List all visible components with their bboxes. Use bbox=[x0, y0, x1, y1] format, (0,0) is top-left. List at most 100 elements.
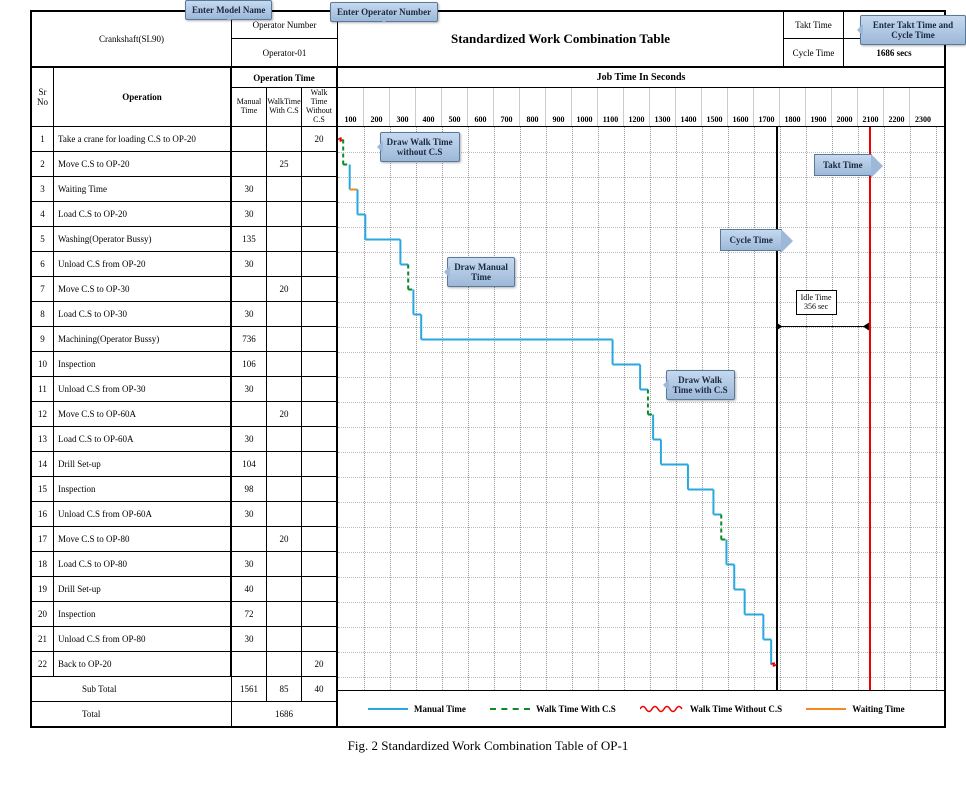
figure-caption: Fig. 2 Standardized Work Combination Tab… bbox=[30, 738, 946, 754]
header: Crankshaft(SL90) Operator Number Operato… bbox=[32, 12, 944, 66]
x-tick: 1300 bbox=[650, 88, 676, 126]
table-header: Sr No Operation Operation Time Manual Ti… bbox=[32, 66, 944, 126]
total-label: Total bbox=[32, 702, 232, 726]
walkcs-cell bbox=[267, 302, 302, 326]
walkno-cell bbox=[302, 277, 338, 301]
sr-cell: 15 bbox=[32, 477, 54, 501]
x-tick: 1700 bbox=[754, 88, 780, 126]
walkno-cell bbox=[302, 252, 338, 276]
sr-cell: 19 bbox=[32, 577, 54, 601]
callout: Draw Walk Time without C.S bbox=[380, 132, 460, 162]
manual-cell: 30 bbox=[232, 252, 267, 276]
table-row: 13Load C.S to OP-60A30 bbox=[32, 426, 338, 451]
callout: Draw Manual Time bbox=[447, 257, 515, 287]
table-row: 3Waiting Time30 bbox=[32, 176, 338, 201]
idle-box: Idle Time 356 sec bbox=[796, 290, 837, 315]
walkno-cell bbox=[302, 477, 338, 501]
manual-cell: 40 bbox=[232, 577, 267, 601]
x-tick: 2100 bbox=[858, 88, 884, 126]
walkcs-cell bbox=[267, 652, 302, 676]
manual-cell: 30 bbox=[232, 427, 267, 451]
table-row: 17Move C.S to OP-8020 bbox=[32, 526, 338, 551]
sr-cell: 16 bbox=[32, 502, 54, 526]
walkcs-cell bbox=[267, 552, 302, 576]
walkno-cell bbox=[302, 627, 338, 651]
walkcs-cell bbox=[267, 352, 302, 376]
legend-manual: Manual Time bbox=[368, 704, 466, 714]
table-row: 8Load C.S to OP-3030 bbox=[32, 301, 338, 326]
sr-cell: 17 bbox=[32, 527, 54, 551]
x-tick: 1100 bbox=[598, 88, 624, 126]
table-row: 4Load C.S to OP-2030 bbox=[32, 201, 338, 226]
manual-cell: 135 bbox=[232, 227, 267, 251]
chart-area: Manual Time Walk Time With C.S Walk Time… bbox=[338, 126, 944, 726]
op-cell: Inspection bbox=[54, 477, 232, 501]
x-tick: 600 bbox=[468, 88, 494, 126]
table-row: 7Move C.S to OP-3020 bbox=[32, 276, 338, 301]
table-row: 12Move C.S to OP-60A20 bbox=[32, 401, 338, 426]
callout: Draw Walk Time with C.S bbox=[666, 370, 735, 400]
walkno-cell bbox=[302, 177, 338, 201]
table-row: 11Unload C.S from OP-3030 bbox=[32, 376, 338, 401]
legend-walkcs: Walk Time With C.S bbox=[490, 704, 616, 714]
sr-cell: 2 bbox=[32, 152, 54, 176]
takt-line bbox=[869, 127, 871, 690]
op-cell: Drill Set-up bbox=[54, 577, 232, 601]
x-tick: 2200 bbox=[884, 88, 910, 126]
sr-cell: 3 bbox=[32, 177, 54, 201]
table-row: 10Inspection106 bbox=[32, 351, 338, 376]
manual-cell bbox=[232, 652, 267, 676]
model-cell: Crankshaft(SL90) bbox=[32, 12, 232, 66]
walkno-cell bbox=[302, 402, 338, 426]
col-manual: Manual Time bbox=[232, 88, 267, 126]
table-row: 15Inspection98 bbox=[32, 476, 338, 501]
manual-cell bbox=[232, 402, 267, 426]
sr-cell: 21 bbox=[32, 627, 54, 651]
table-row: 1Take a crane for loading C.S to OP-2020 bbox=[32, 126, 338, 151]
manual-cell: 30 bbox=[232, 177, 267, 201]
walkcs-cell bbox=[267, 427, 302, 451]
col-walkcs: WalkTime With C.S bbox=[267, 88, 302, 126]
x-tick: 200 bbox=[364, 88, 390, 126]
subtotal-walkcs: 85 bbox=[267, 677, 302, 701]
x-tick: 1900 bbox=[806, 88, 832, 126]
walkcs-cell: 20 bbox=[267, 402, 302, 426]
op-cell: Load C.S to OP-20 bbox=[54, 202, 232, 226]
walkno-cell: 20 bbox=[302, 127, 338, 151]
x-tick: 500 bbox=[442, 88, 468, 126]
walkno-cell bbox=[302, 602, 338, 626]
pointer-arrow: Takt Time bbox=[814, 154, 872, 176]
op-cell: Move C.S to OP-30 bbox=[54, 277, 232, 301]
walkno-cell bbox=[302, 152, 338, 176]
op-cell: Load C.S to OP-60A bbox=[54, 427, 232, 451]
op-cell: Load C.S to OP-80 bbox=[54, 552, 232, 576]
op-cell: Take a crane for loading C.S to OP-20 bbox=[54, 127, 232, 151]
walkno-cell bbox=[302, 527, 338, 551]
manual-cell: 106 bbox=[232, 352, 267, 376]
walkcs-cell bbox=[267, 602, 302, 626]
legend-walkno: Walk Time Without C.S bbox=[640, 704, 782, 714]
sr-cell: 7 bbox=[32, 277, 54, 301]
op-cell: Unload C.S from OP-80 bbox=[54, 627, 232, 651]
op-cell: Machining(Operator Bussy) bbox=[54, 327, 232, 351]
table-row: 21Unload C.S from OP-8030 bbox=[32, 626, 338, 651]
x-tick: 2000 bbox=[832, 88, 858, 126]
totals: Sub Total 1561 85 40 Total 1686 bbox=[32, 676, 338, 726]
op-cell: Waiting Time bbox=[54, 177, 232, 201]
op-cell: Drill Set-up bbox=[54, 452, 232, 476]
walkno-cell bbox=[302, 502, 338, 526]
cycle-label: Cycle Time bbox=[784, 39, 844, 66]
x-tick: 1500 bbox=[702, 88, 728, 126]
pointer-arrow: Cycle Time bbox=[720, 229, 782, 251]
op-cell: Unload C.S from OP-30 bbox=[54, 377, 232, 401]
walkno-cell bbox=[302, 452, 338, 476]
table-row: 16Unload C.S from OP-60A30 bbox=[32, 501, 338, 526]
table-row: 22Back to OP-2020 bbox=[32, 651, 338, 676]
col-sr: Sr No bbox=[32, 68, 54, 126]
walkno-cell bbox=[302, 427, 338, 451]
legend-wait: Waiting Time bbox=[806, 704, 904, 714]
sr-cell: 14 bbox=[32, 452, 54, 476]
walkno-cell bbox=[302, 577, 338, 601]
model-name: Crankshaft(SL90) bbox=[99, 34, 164, 44]
op-cell: Unload C.S from OP-60A bbox=[54, 502, 232, 526]
